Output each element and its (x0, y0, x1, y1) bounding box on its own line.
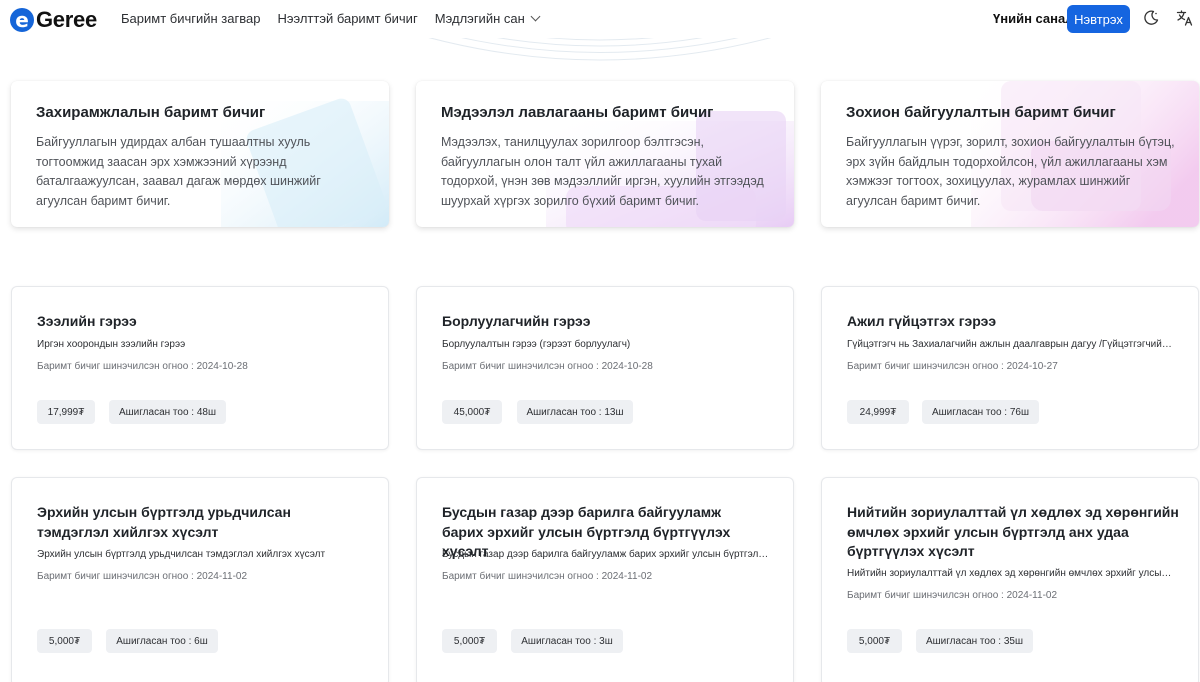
usage-badge: Ашигласан тоо : 35ш (916, 629, 1033, 653)
price-badge: 5,000₮ (442, 629, 497, 653)
price-badge: 5,000₮ (847, 629, 902, 653)
nav-label: Баримт бичгийн загвар (121, 11, 261, 26)
document-subtitle: Нийтийн зориулалттай үл хөдлөх эд хөрөнг… (847, 568, 1172, 579)
chevron-down-icon (530, 11, 541, 22)
price-badge: 5,000₮ (37, 629, 92, 653)
category-card[interactable]: Мэдээлэл лавлагааны баримт бичиг Мэдээлэ… (416, 81, 794, 227)
price-badge: 24,999₮ (847, 400, 909, 424)
document-card[interactable]: Бусдын газар дээр барилга байгууламж бар… (416, 477, 794, 682)
usage-badge: Ашигласан тоо : 6ш (106, 629, 218, 653)
document-title: Ажил гүйцэтгэх гэрээ (847, 313, 997, 329)
document-updated-date: Баримт бичиг шинэчилсэн огноо : 2024-11-… (442, 571, 653, 582)
main-nav: Баримт бичгийн загвар Нээлттэй баримт би… (121, 11, 556, 26)
usage-badge: Ашигласан тоо : 13ш (517, 400, 633, 424)
document-subtitle: Борлуулалтын гэрээ (гэрээт борлуулагч) (442, 339, 631, 350)
price-badge: 17,999₮ (37, 400, 95, 424)
category-description: Байгууллагын үүрэг, зорилт, зохион байгу… (846, 135, 1175, 208)
category-card[interactable]: Зохион байгуулалтын баримт бичиг Байгуул… (821, 81, 1199, 227)
document-card[interactable]: Эрхийн улсын бүртгэлд урьдчилсан тэмдэгл… (11, 477, 389, 682)
translate-icon[interactable] (1176, 9, 1194, 27)
nav-label: Нээлттэй баримт бичиг (277, 11, 418, 26)
price-badge: 45,000₮ (442, 400, 502, 424)
document-title: Нийтийн зориулалттай үл хөдлөх эд хөрөнг… (847, 504, 1179, 559)
category-title: Захирамжлалын баримт бичиг (36, 104, 266, 121)
logo-mark: e (10, 8, 34, 32)
document-card[interactable]: Зээлийн гэрээ Иргэн хоорондын зээлийн гэ… (11, 286, 389, 450)
usage-badge: Ашигласан тоо : 48ш (109, 400, 226, 424)
document-title: Зээлийн гэрээ (37, 313, 137, 329)
category-description: Байгууллагын удирдах албан тушаалтны хуу… (36, 135, 321, 208)
document-subtitle: Эрхийн улсын бүртгэлд урьдчилсан тэмдэгл… (37, 549, 326, 560)
nav-item-open-documents[interactable]: Нээлттэй баримт бичиг (277, 11, 417, 26)
document-card[interactable]: Ажил гүйцэтгэх гэрээ Гүйцэтгэгч нь Захиа… (821, 286, 1199, 450)
document-updated-date: Баримт бичиг шинэчилсэн огноо : 2024-10-… (442, 361, 653, 372)
brand-logo[interactable]: e Geree (10, 7, 97, 33)
pricing-link[interactable]: Үнийн санал (993, 11, 1074, 26)
document-subtitle: Бусдын газар дээр барилга байгууламж бар… (442, 549, 770, 560)
category-card[interactable]: Захирамжлалын баримт бичиг Байгууллагын … (11, 81, 389, 227)
nav-item-templates[interactable]: Баримт бичгийн загвар (121, 11, 260, 26)
nav-label: Мэдлэгийн сан (434, 11, 525, 26)
document-card[interactable]: Борлуулагчийн гэрээ Борлуулалтын гэрээ (… (416, 286, 794, 450)
document-title: Борлуулагчийн гэрээ (442, 313, 591, 329)
nav-item-knowledge-base[interactable]: Мэдлэгийн сан (434, 11, 541, 26)
document-subtitle: Гүйцэтгэгч нь Захиалагчийн ажлын даалгав… (847, 339, 1172, 350)
category-title: Мэдээлэл лавлагааны баримт бичиг (441, 104, 714, 121)
usage-badge: Ашигласан тоо : 3ш (511, 629, 623, 653)
login-button[interactable]: Нэвтрэх (1067, 5, 1130, 33)
category-description: Мэдээлэх, танилцуулах зорилгоор бэлтгэсэ… (441, 135, 764, 208)
brand-name: Geree (36, 7, 97, 32)
document-card[interactable]: Нийтийн зориулалттай үл хөдлөх эд хөрөнг… (821, 477, 1199, 682)
document-title: Эрхийн улсын бүртгэлд урьдчилсан тэмдэгл… (37, 504, 291, 540)
category-title: Зохион байгуулалтын баримт бичиг (846, 104, 1116, 121)
top-header: e Geree Баримт бичгийн загвар Нээлттэй б… (0, 0, 1200, 38)
moon-icon[interactable] (1143, 10, 1159, 26)
document-updated-date: Баримт бичиг шинэчилсэн огноо : 2024-10-… (37, 361, 248, 372)
document-updated-date: Баримт бичиг шинэчилсэн огноо : 2024-10-… (847, 361, 1058, 372)
usage-badge: Ашигласан тоо : 76ш (922, 400, 1039, 424)
document-subtitle: Иргэн хоорондын зээлийн гэрээ (37, 339, 186, 350)
document-updated-date: Баримт бичиг шинэчилсэн огноо : 2024-11-… (37, 571, 248, 582)
document-updated-date: Баримт бичиг шинэчилсэн огноо : 2024-11-… (847, 590, 1058, 601)
